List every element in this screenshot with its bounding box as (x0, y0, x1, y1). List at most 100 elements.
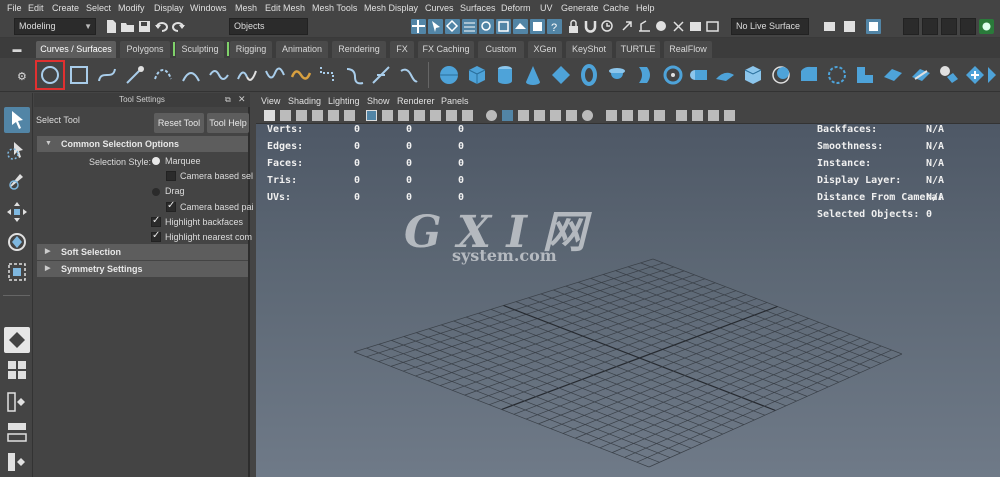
safe-action-icon[interactable] (446, 110, 457, 121)
tab-realflow[interactable]: RealFlow (664, 41, 712, 58)
live-surface-field[interactable]: No Live Surface (731, 18, 809, 35)
menu-file[interactable]: File (7, 3, 22, 13)
gamma-icon[interactable] (724, 110, 735, 121)
undo-icon[interactable] (154, 19, 169, 34)
four-view-layout-icon[interactable] (4, 357, 30, 383)
camera-based-paint-checkbox[interactable] (166, 200, 176, 212)
new-scene-icon[interactable] (104, 19, 119, 34)
safe-title-icon[interactable] (462, 110, 473, 121)
single-perspective-layout-icon[interactable] (4, 327, 30, 353)
use-all-lights-icon[interactable] (550, 110, 561, 121)
modeling-toolkit-icon[interactable] (842, 19, 857, 34)
screen-space-ao-icon[interactable] (582, 110, 593, 121)
cv-curve-icon[interactable] (94, 62, 120, 88)
rebuild-curve-icon[interactable] (368, 62, 394, 88)
highlight-nearest-checkbox[interactable] (151, 230, 161, 242)
rotate-tool-icon[interactable] (4, 229, 30, 255)
sculpt-geometry-icon[interactable] (936, 62, 962, 88)
menu-curves[interactable]: Curves (425, 3, 454, 13)
snap-curve-icon[interactable] (479, 19, 494, 34)
snap-plane-icon[interactable] (513, 19, 528, 34)
sidebar-toggle-icon[interactable] (822, 19, 837, 34)
nurbs-cube-icon[interactable] (464, 62, 490, 88)
move-tool-icon[interactable] (4, 199, 30, 225)
intersect-icon[interactable] (908, 62, 934, 88)
image-plane-icon[interactable] (312, 110, 323, 121)
make-live-icon[interactable] (654, 19, 669, 34)
close-icon[interactable]: ✕ (238, 94, 246, 105)
snap-point-icon[interactable] (496, 19, 511, 34)
viewport-menu-lighting[interactable]: Lighting (328, 96, 360, 106)
input-history-icon[interactable] (600, 19, 615, 34)
help-question-icon[interactable]: ? (547, 19, 562, 34)
paint-select-icon[interactable] (4, 167, 30, 193)
select-object-icon[interactable] (428, 19, 443, 34)
open-scene-icon[interactable] (120, 19, 135, 34)
select-hierarchy-icon[interactable] (411, 19, 426, 34)
persp-uv-layout-icon[interactable] (4, 449, 30, 475)
attach-curves-icon[interactable] (234, 62, 260, 88)
add-points-icon[interactable] (396, 62, 422, 88)
redo-icon[interactable] (171, 19, 186, 34)
menuset-dropdown[interactable]: Modeling ▼ (14, 18, 96, 35)
tab-curves-surfaces[interactable]: Curves / Surfaces (36, 41, 116, 58)
square-surface-icon[interactable] (768, 62, 794, 88)
shelf-menu-icon[interactable]: ▬ (6, 41, 28, 58)
xray-joints-icon[interactable] (676, 110, 687, 121)
common-selection-section-header[interactable]: ▼ Common Selection Options (37, 136, 248, 152)
fillet-icon[interactable] (962, 62, 988, 88)
soft-selection-section-header[interactable]: ▶ Soft Selection (37, 244, 248, 260)
snap-surface-icon[interactable] (530, 19, 545, 34)
nurbs-square-icon[interactable] (66, 62, 92, 88)
snap-view-plane-icon[interactable] (637, 19, 652, 34)
nurbs-plane-icon[interactable] (548, 62, 574, 88)
wireframe-on-shaded-icon[interactable] (518, 110, 529, 121)
viewport-menu-renderer[interactable]: Renderer (397, 96, 435, 106)
menu-windows[interactable]: Windows (190, 3, 227, 13)
channel-box-icon[interactable] (866, 19, 881, 34)
save-scene-icon[interactable] (137, 19, 152, 34)
ipr-render-icon[interactable] (705, 19, 720, 34)
wireframe-icon[interactable] (486, 110, 497, 121)
film-gate-icon[interactable] (382, 110, 393, 121)
menu-surfaces[interactable]: Surfaces (460, 3, 496, 13)
bezier-curve-icon[interactable] (206, 62, 232, 88)
viewport-menu-panels[interactable]: Panels (441, 96, 469, 106)
tab-keyshot[interactable]: KeyShot (566, 41, 612, 58)
render-settings-icon[interactable] (903, 18, 919, 35)
shelf-scroll-icon[interactable] (986, 62, 998, 88)
tab-polygons[interactable]: Polygons (120, 41, 170, 58)
grease-pencil-icon[interactable] (344, 110, 355, 121)
reset-tool-button[interactable]: Reset Tool (154, 113, 204, 133)
tab-rendering[interactable]: Rendering (332, 41, 386, 58)
menu-select[interactable]: Select (86, 3, 111, 13)
untrim-icon[interactable] (852, 62, 878, 88)
menu-cache[interactable]: Cache (603, 3, 629, 13)
gate-mask-icon[interactable] (414, 110, 425, 121)
select-tool-icon[interactable] (4, 107, 30, 133)
highlight-backfaces-checkbox[interactable] (151, 215, 161, 227)
menu-edit[interactable]: Edit (28, 3, 44, 13)
extrude-icon[interactable] (686, 62, 712, 88)
snap-grid-icon[interactable] (462, 19, 477, 34)
lasso-tool-icon[interactable] (4, 137, 30, 163)
smooth-shade-icon[interactable] (502, 110, 513, 121)
drag-radio[interactable] (152, 188, 160, 196)
menu-mesh[interactable]: Mesh (235, 3, 257, 13)
offset-curve-icon[interactable] (342, 62, 368, 88)
bevel-plus-icon[interactable] (796, 62, 822, 88)
tab-rigging[interactable]: Rigging (227, 41, 272, 58)
tab-xgen[interactable]: XGen (528, 41, 562, 58)
tool-help-button[interactable]: Tool Help (207, 113, 249, 133)
grid-icon[interactable] (366, 110, 377, 121)
depth-of-field-icon[interactable] (638, 110, 649, 121)
detach-curves-icon[interactable] (262, 62, 288, 88)
resolution-gate-icon[interactable] (398, 110, 409, 121)
ipr-icon[interactable] (941, 18, 957, 35)
nurbs-cone-icon[interactable] (520, 62, 546, 88)
shadows-icon[interactable] (566, 110, 577, 121)
bookmarks-icon[interactable] (296, 110, 307, 121)
menu-edit-mesh[interactable]: Edit Mesh (265, 3, 305, 13)
viewport-menu-shading[interactable]: Shading (288, 96, 321, 106)
camera-icon[interactable] (264, 110, 275, 121)
